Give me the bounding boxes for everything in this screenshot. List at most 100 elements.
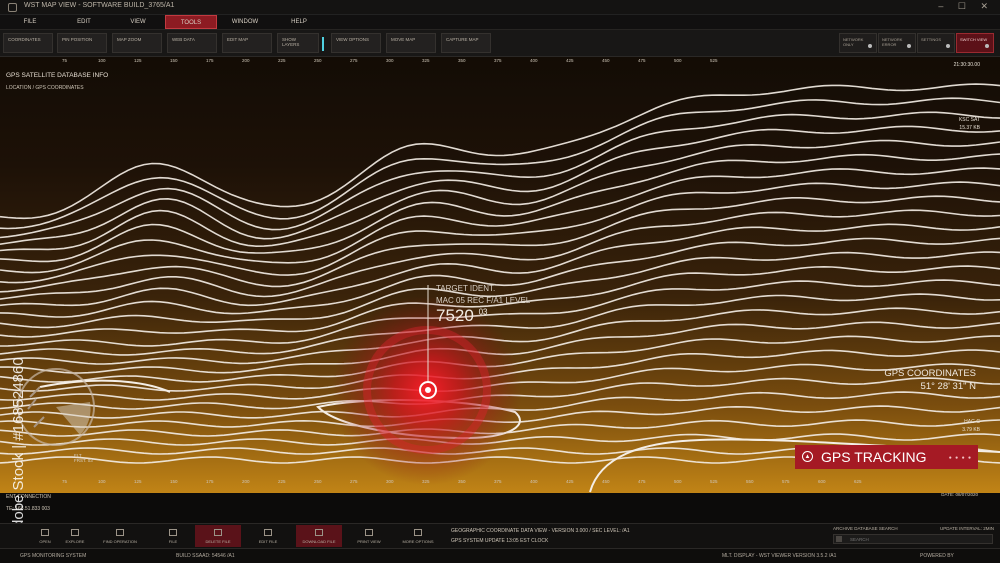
tool-coordinates[interactable]: COORDINATES bbox=[3, 33, 53, 53]
ksc-sat-size: 15.37 KB bbox=[959, 125, 980, 131]
stock-id-watermark: Adobe Stock | #168524860 bbox=[10, 357, 27, 538]
tool-capture-map[interactable]: CAPTURE MAP bbox=[441, 33, 491, 53]
gps-tracking-button[interactable]: ▲ GPS TRACKING ● ● ● ● bbox=[795, 445, 978, 469]
menu-help[interactable]: HELP bbox=[273, 15, 325, 29]
network-only-label: NETWORK ONLY bbox=[843, 37, 864, 47]
ruler-tick-label: 75 bbox=[62, 58, 68, 63]
ruler-tick-label: 300 bbox=[386, 479, 394, 484]
switch-view-button[interactable]: SWITCH VIEW bbox=[956, 33, 994, 53]
target-value: 7520 03 bbox=[436, 306, 487, 326]
bottom-button[interactable]: DELETE FILE bbox=[195, 525, 241, 547]
menu-view[interactable]: VIEW bbox=[112, 15, 164, 29]
bottom-button[interactable]: EXPLORE bbox=[52, 525, 98, 547]
status-bar: GPS MONITORING SYSTEM BUILD SSAAD: 54546… bbox=[0, 548, 1000, 563]
status-dot-icon bbox=[868, 44, 872, 48]
ruler-tick-label: 450 bbox=[602, 479, 610, 484]
ruler-tick-label: 325 bbox=[422, 58, 430, 63]
search-icon bbox=[836, 536, 842, 542]
progress-dots-icon: ● ● ● ● bbox=[948, 455, 972, 461]
network-only-button[interactable]: NETWORK ONLY bbox=[839, 33, 877, 53]
settings-button[interactable]: SETTINGS bbox=[917, 33, 955, 53]
target-mac-label: MAC 05 REC F/A1 LEVEL bbox=[436, 296, 531, 305]
geo-data-view-label: GEOGRAPHIC COORDINATE DATA VIEW - VERSIO… bbox=[451, 528, 630, 534]
bottom-button[interactable]: FILE bbox=[150, 525, 196, 547]
tool-web-data[interactable]: WEB DATA bbox=[167, 33, 217, 53]
status-dot-icon bbox=[985, 44, 989, 48]
ruler-tick-label: 450 bbox=[602, 58, 610, 63]
bottom-button[interactable]: DOWNLOAD FILE bbox=[296, 525, 342, 547]
app-icon bbox=[8, 3, 17, 12]
bottom-button-label: MORE OPTIONS bbox=[402, 539, 434, 544]
target-value-sup: 03 bbox=[478, 307, 488, 317]
gps-update-label: GPS SYSTEM UPDATE 13:05 EST CLOCK bbox=[451, 538, 549, 544]
ruler-tick-label: 100 bbox=[98, 479, 106, 484]
network-error-label: NETWORK ERROR bbox=[882, 37, 903, 47]
archive-search-input[interactable] bbox=[850, 535, 980, 543]
target-overlay bbox=[17, 285, 522, 485]
tool-show-layers[interactable]: SHOW LAYERS bbox=[277, 33, 324, 53]
ruler-tick-label: 500 bbox=[674, 479, 682, 484]
window-title: WST MAP VIEW - SOFTWARE BUILD_3765/A1 bbox=[24, 2, 175, 9]
bottom-button-label: DELETE FILE bbox=[205, 539, 231, 544]
menu-file[interactable]: FILE bbox=[4, 15, 56, 29]
bottom-button-label: OPEN bbox=[39, 539, 51, 544]
ruler-tick-label: 350 bbox=[458, 479, 466, 484]
bottom-button[interactable]: EDIT FILE bbox=[245, 525, 291, 547]
menu-tools[interactable]: TOOLS bbox=[165, 15, 217, 29]
hac-label: HAC-C bbox=[964, 419, 980, 425]
ruler-tick-label: 525 bbox=[710, 479, 718, 484]
file-icon bbox=[264, 529, 272, 536]
ruler-tick-label: 550 bbox=[746, 479, 754, 484]
ruler-tick-label: 225 bbox=[278, 58, 286, 63]
window-controls[interactable]: – ☐ ✕ bbox=[938, 1, 994, 12]
hac-size: 3.79 KB bbox=[962, 427, 980, 433]
menu-window[interactable]: WINDOW bbox=[219, 15, 271, 29]
topographic-map[interactable] bbox=[0, 57, 1000, 493]
ruler-tick-label: 325 bbox=[422, 479, 430, 484]
ruler-tick-label: 275 bbox=[350, 58, 358, 63]
ruler-tick-label: 400 bbox=[530, 58, 538, 63]
toolbar: COORDINATES PIN POSITION MAP ZOOM WEB DA… bbox=[0, 30, 1000, 57]
ruler-tick-label: 125 bbox=[134, 479, 142, 484]
ruler-tick-label: 425 bbox=[566, 479, 574, 484]
tool-pin-position[interactable]: PIN POSITION bbox=[57, 33, 107, 53]
tool-map-zoom[interactable]: MAP ZOOM bbox=[112, 33, 162, 53]
archive-search-field[interactable] bbox=[833, 534, 993, 544]
ruler-tick-label: 575 bbox=[782, 479, 790, 484]
file-icon bbox=[169, 529, 177, 536]
ruler-tick-label: 100 bbox=[98, 58, 106, 63]
switch-view-label: SWITCH VIEW bbox=[960, 37, 988, 42]
bottom-button[interactable]: PRINT VIEW bbox=[346, 525, 392, 547]
file-icon bbox=[315, 529, 323, 536]
tool-move-map[interactable]: MOVE MAP bbox=[386, 33, 436, 53]
viewer-version: MLT. DISPLAY - WST VIEWER VERSION 3.5.2 … bbox=[722, 553, 837, 559]
ruler-tick-label: 225 bbox=[278, 479, 286, 484]
bottom-button-label: DOWNLOAD FILE bbox=[302, 539, 336, 544]
ruler-tick-label: 75 bbox=[62, 479, 68, 484]
tool-view-options[interactable]: VIEW OPTIONS bbox=[331, 33, 381, 53]
date-label: DATE: 08/07/2020 bbox=[941, 492, 978, 497]
ruler-tick-label: 175 bbox=[206, 479, 214, 484]
bottom-button-label: EXPLORE bbox=[65, 539, 85, 544]
menu-edit[interactable]: EDIT bbox=[58, 15, 110, 29]
bottom-button[interactable]: MORE OPTIONS bbox=[395, 525, 441, 547]
ruler-tick-label: 200 bbox=[242, 479, 250, 484]
radar-marks bbox=[27, 386, 45, 428]
file-icon bbox=[116, 529, 124, 536]
archive-search-label: ARCHIVE DATABASE SEARCH bbox=[833, 526, 898, 531]
ruler-tick-label: 350 bbox=[458, 58, 466, 63]
tool-edit-map[interactable]: EDIT MAP bbox=[222, 33, 272, 53]
ruler-tick-label: 125 bbox=[134, 58, 142, 63]
target-pin-dot bbox=[425, 387, 431, 393]
build-label: BUILD SSAAD: 54546 /A1 bbox=[176, 553, 235, 559]
clock-label: 21:30:30.00 bbox=[953, 62, 980, 68]
settings-label: SETTINGS bbox=[921, 37, 942, 42]
flt-label: FLT FRST. 03 bbox=[74, 453, 93, 463]
bottom-button[interactable]: FIND OPERATION bbox=[97, 525, 143, 547]
gps-coordinates-label: GPS COORDINATES bbox=[884, 368, 976, 379]
status-dot-icon bbox=[907, 44, 911, 48]
network-error-button[interactable]: NETWORK ERROR bbox=[878, 33, 916, 53]
file-icon bbox=[365, 529, 373, 536]
navigation-arrow-icon: ▲ bbox=[802, 451, 813, 462]
ruler-tick-label: 500 bbox=[674, 58, 682, 63]
